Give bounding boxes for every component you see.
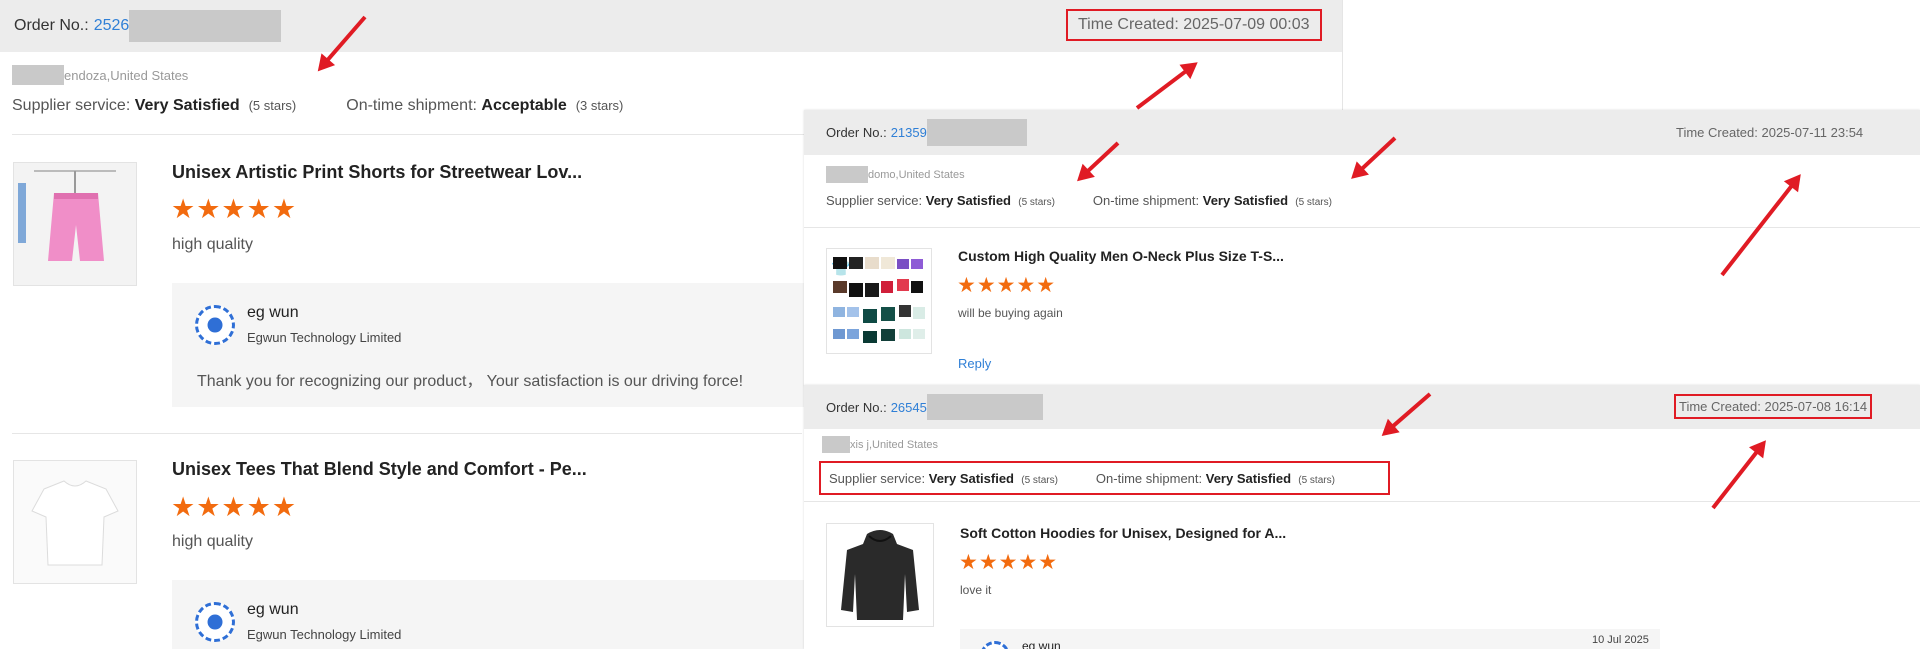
supplier-service-label: Supplier service: bbox=[829, 471, 926, 486]
buyer-location-text: domo,United States bbox=[868, 168, 965, 181]
order-number-link[interactable]: 2526 bbox=[94, 17, 130, 35]
divider bbox=[804, 501, 1920, 502]
product-image-shorts[interactable] bbox=[13, 162, 137, 286]
order-number-label: Order No.: bbox=[826, 125, 887, 140]
redacted-order-number bbox=[926, 119, 1027, 146]
supplier-service-stars: (5 stars) bbox=[248, 98, 297, 113]
buyer-location: endoza,United States bbox=[12, 65, 188, 85]
order-card-c: Order No.: 26545 Time Created: 2025-07-0… bbox=[804, 385, 1920, 649]
supplier-reply-box: eg wun Egwun Technology Limited Thank yo… bbox=[172, 283, 812, 407]
product-title[interactable]: Custom High Quality Men O-Neck Plus Size… bbox=[958, 248, 1284, 264]
review-text: high quality bbox=[172, 236, 253, 253]
supplier-service-value: Very Satisfied bbox=[134, 97, 240, 114]
product-image-hoodie[interactable] bbox=[826, 523, 934, 627]
reply-author-name: eg wun bbox=[1022, 639, 1061, 649]
pink-shorts-image bbox=[14, 163, 136, 285]
product-title[interactable]: Soft Cotton Hoodies for Unisex, Designed… bbox=[960, 525, 1286, 541]
tshirt-colors-image: 👕 bbox=[827, 249, 931, 353]
shipment-stars: (3 stars) bbox=[575, 98, 624, 113]
black-hoodie-image bbox=[827, 524, 933, 626]
product-rating-stars: ★★★★★ bbox=[957, 274, 1057, 297]
rating-summary-c: Supplier service: Very Satisfied (5 star… bbox=[819, 461, 1390, 495]
supplier-service-label: Supplier service: bbox=[826, 193, 923, 208]
reply-date: 10 Jul 2025 bbox=[1592, 634, 1649, 646]
shipment-stars: (5 stars) bbox=[1298, 475, 1335, 486]
supplier-service-stars: (5 stars) bbox=[1018, 197, 1055, 208]
redacted-order-number bbox=[129, 10, 282, 42]
shipment-value: Acceptable bbox=[481, 97, 567, 114]
white-tee-image bbox=[14, 461, 136, 583]
order-number-link[interactable]: 26545 bbox=[891, 400, 927, 415]
order-card-b: Order No.: 21359 Time Created: 2025-07-1… bbox=[804, 110, 1920, 386]
redacted-order-number bbox=[926, 394, 1043, 420]
supplier-service-value: Very Satisfied bbox=[928, 471, 1015, 486]
redacted-buyer-name bbox=[826, 166, 868, 183]
buyer-location-text: endoza,United States bbox=[64, 67, 189, 83]
divider bbox=[804, 227, 1920, 228]
shipment-label: On-time shipment: bbox=[346, 97, 477, 114]
time-created: Time Created: 2025-07-09 00:03 bbox=[1066, 9, 1322, 41]
order-number-label: Order No.: bbox=[826, 399, 887, 415]
time-created: Time Created: 2025-07-08 16:14 bbox=[1674, 394, 1873, 419]
reply-text: Thank you for recognizing our product， Y… bbox=[197, 373, 744, 390]
shipment-stars: (5 stars) bbox=[1295, 197, 1332, 208]
product-title[interactable]: Unisex Artistic Print Shorts for Streetw… bbox=[172, 162, 582, 183]
shipment-label: On-time shipment: bbox=[1095, 471, 1203, 486]
reply-company: Egwun Technology Limited bbox=[247, 330, 402, 345]
supplier-reply-box: eg wun Egwun Technology Limited bbox=[172, 580, 812, 649]
reply-author-name: eg wun bbox=[247, 304, 299, 321]
time-created: Time Created: 2025-07-11 23:54 bbox=[1676, 125, 1864, 140]
product-title[interactable]: Unisex Tees That Blend Style and Comfort… bbox=[172, 459, 587, 480]
product-image-tshirts[interactable]: 👕 bbox=[826, 248, 932, 354]
order-number-label: Order No.: bbox=[14, 17, 89, 34]
supplier-logo-icon bbox=[980, 641, 1010, 649]
supplier-logo-icon bbox=[195, 602, 235, 642]
product-rating-stars: ★★★★★ bbox=[171, 194, 298, 224]
supplier-service-stars: (5 stars) bbox=[1021, 475, 1058, 486]
supplier-reply-box: eg wun 10 Jul 2025 bbox=[960, 629, 1660, 649]
shipment-value: Very Satisfied bbox=[1205, 471, 1292, 486]
supplier-service-label: Supplier service: bbox=[12, 97, 131, 114]
shipment-value: Very Satisfied bbox=[1202, 193, 1289, 208]
rating-summary-a: Supplier service: Very Satisfied (5 star… bbox=[12, 97, 623, 115]
reply-link[interactable]: Reply bbox=[958, 356, 991, 371]
review-text: love it bbox=[960, 583, 992, 597]
supplier-logo-icon bbox=[195, 305, 235, 345]
buyer-location: xis j,United States bbox=[822, 436, 938, 453]
reply-company: Egwun Technology Limited bbox=[247, 627, 402, 642]
review-text: will be buying again bbox=[958, 306, 1063, 320]
buyer-location-text: xis j,United States bbox=[850, 438, 939, 451]
divider bbox=[12, 433, 802, 434]
product-rating-stars: ★★★★★ bbox=[171, 492, 298, 522]
shipment-label: On-time shipment: bbox=[1092, 193, 1200, 208]
supplier-service-value: Very Satisfied bbox=[925, 193, 1012, 208]
redacted-buyer-name bbox=[12, 65, 64, 85]
product-image-tee[interactable] bbox=[13, 460, 137, 584]
redacted-buyer-name bbox=[822, 436, 850, 453]
rating-summary-b: Supplier service: Very Satisfied (5 star… bbox=[826, 193, 1332, 208]
buyer-location: domo,United States bbox=[826, 166, 965, 183]
reply-author-name: eg wun bbox=[247, 601, 299, 618]
product-rating-stars: ★★★★★ bbox=[959, 551, 1059, 574]
review-text: high quality bbox=[172, 533, 253, 550]
order-number-link[interactable]: 21359 bbox=[891, 125, 927, 140]
